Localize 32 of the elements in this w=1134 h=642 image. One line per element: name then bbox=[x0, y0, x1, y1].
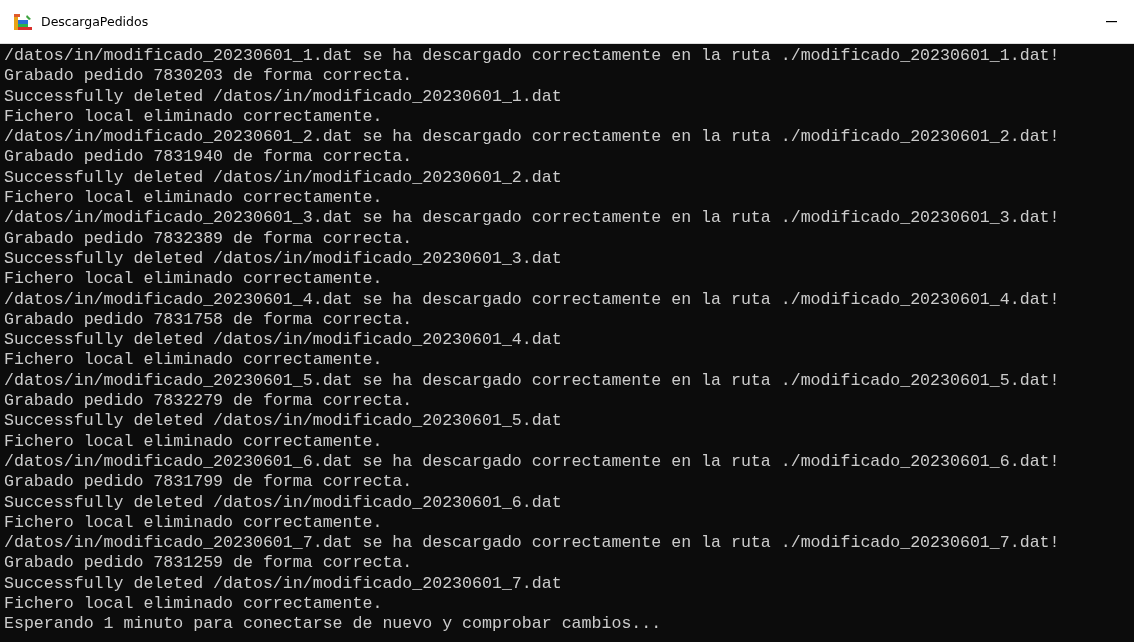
console-line: Fichero local eliminado correctamente. bbox=[4, 594, 383, 615]
console-line: Fichero local eliminado correctamente. bbox=[4, 350, 383, 371]
console-line: /datos/in/modificado_20230601_2.dat se ha descargado correctamente en la ruta ./modificado_20230601_2.dat! bbox=[4, 127, 1060, 148]
console-line: Grabado pedido 7832389 de forma correcta. bbox=[4, 228, 413, 249]
console-line: /datos/in/modificado_20230601_4.dat se ha descargado correctamente en la ruta ./modificado_20230601_4.dat! bbox=[4, 289, 1060, 310]
app-icon bbox=[14, 13, 32, 30]
console-line: Fichero local eliminado correctamente. bbox=[4, 512, 383, 534]
window-title: DescargaPedidos bbox=[41, 14, 150, 29]
console-line: Esperando 1 minuto para conectarse de nuevo y comprobar cambios... bbox=[4, 614, 662, 635]
console-line: Grabado pedido 7831940 de forma correcta. bbox=[4, 147, 413, 168]
console-line: Grabado pedido 7831758 de forma correcta. bbox=[4, 309, 413, 331]
minimize-icon bbox=[1105, 20, 1117, 23]
console-line: Grabado pedido 7831799 de forma correcta. bbox=[4, 472, 413, 493]
console-line: Successfully deleted /datos/in/modificado_20230601_7.dat bbox=[4, 573, 562, 594]
console-line: Successfully deleted /datos/in/modificado_20230601_3.dat bbox=[4, 248, 562, 270]
console-line: Successfully deleted /datos/in/modificado_20230601_6.dat bbox=[4, 492, 562, 513]
console-line: Grabado pedido 7830203 de forma correcta. bbox=[4, 66, 413, 87]
console-line: /datos/in/modificado_20230601_6.dat se ha descargado correctamente en la ruta ./modificado_20230601_6.dat! bbox=[4, 451, 1060, 473]
console-line: Successfully deleted /datos/in/modificado_20230601_5.dat bbox=[4, 411, 562, 432]
console-line: /datos/in/modificado_20230601_7.dat se ha descargado correctamente en la ruta ./modificado_20230601_7.dat! bbox=[4, 533, 1060, 554]
console-line: Fichero local eliminado correctamente. bbox=[4, 106, 383, 128]
console-line: /datos/in/modificado_20230601_1.dat se ha descargado correctamente en la ruta ./modificado_20230601_1.dat! bbox=[4, 46, 1060, 67]
console-line: Fichero local eliminado correctamente. bbox=[4, 188, 383, 209]
console-line: /datos/in/modificado_20230601_3.dat se ha descargado correctamente en la ruta ./modificado_20230601_3.dat! bbox=[4, 208, 1060, 229]
console-line: Fichero local eliminado correctamente. bbox=[4, 269, 383, 290]
console-line: Fichero local eliminado correctamente. bbox=[4, 431, 383, 452]
console-line: Successfully deleted /datos/in/modificado_20230601_2.dat bbox=[4, 167, 562, 189]
console-line: Successfully deleted /datos/in/modificado_20230601_1.dat bbox=[4, 86, 562, 107]
console-line: Grabado pedido 7831259 de forma correcta. bbox=[4, 553, 413, 574]
console-line: /datos/in/modificado_20230601_5.dat se ha descargado correctamente en la ruta ./modificado_20230601_5.dat! bbox=[4, 370, 1060, 392]
console-line: Successfully deleted /datos/in/modificado_20230601_4.dat bbox=[4, 330, 562, 351]
console-line: Grabado pedido 7832279 de forma correcta. bbox=[4, 391, 413, 412]
